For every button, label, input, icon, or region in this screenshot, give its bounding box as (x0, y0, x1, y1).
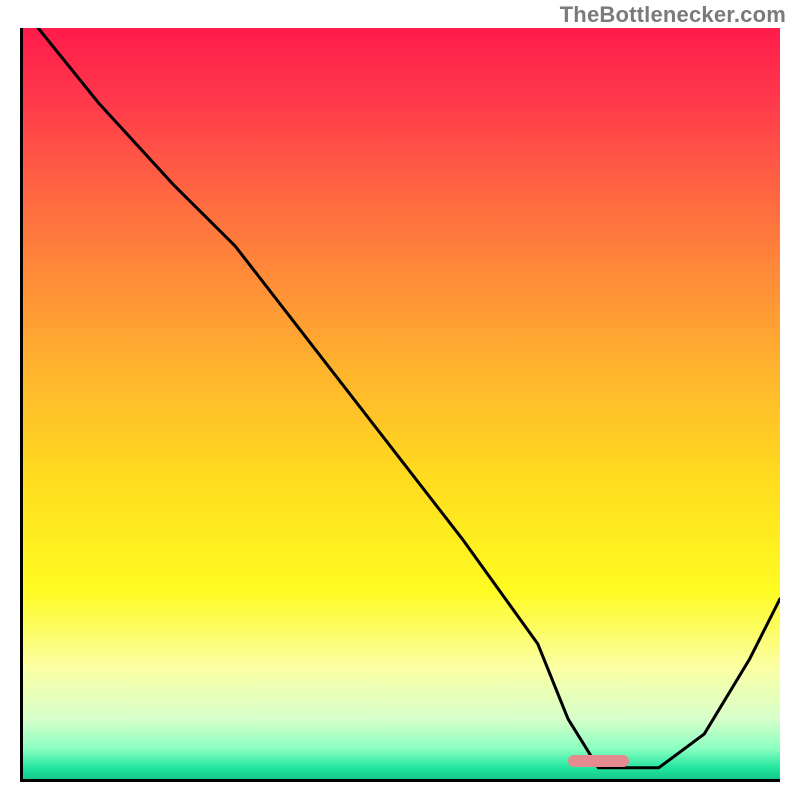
watermark-text: TheBottlenecker.com (560, 2, 786, 28)
chart-background-heatmap (23, 28, 780, 779)
optimal-marker (568, 755, 629, 767)
chart-axes (20, 28, 780, 782)
